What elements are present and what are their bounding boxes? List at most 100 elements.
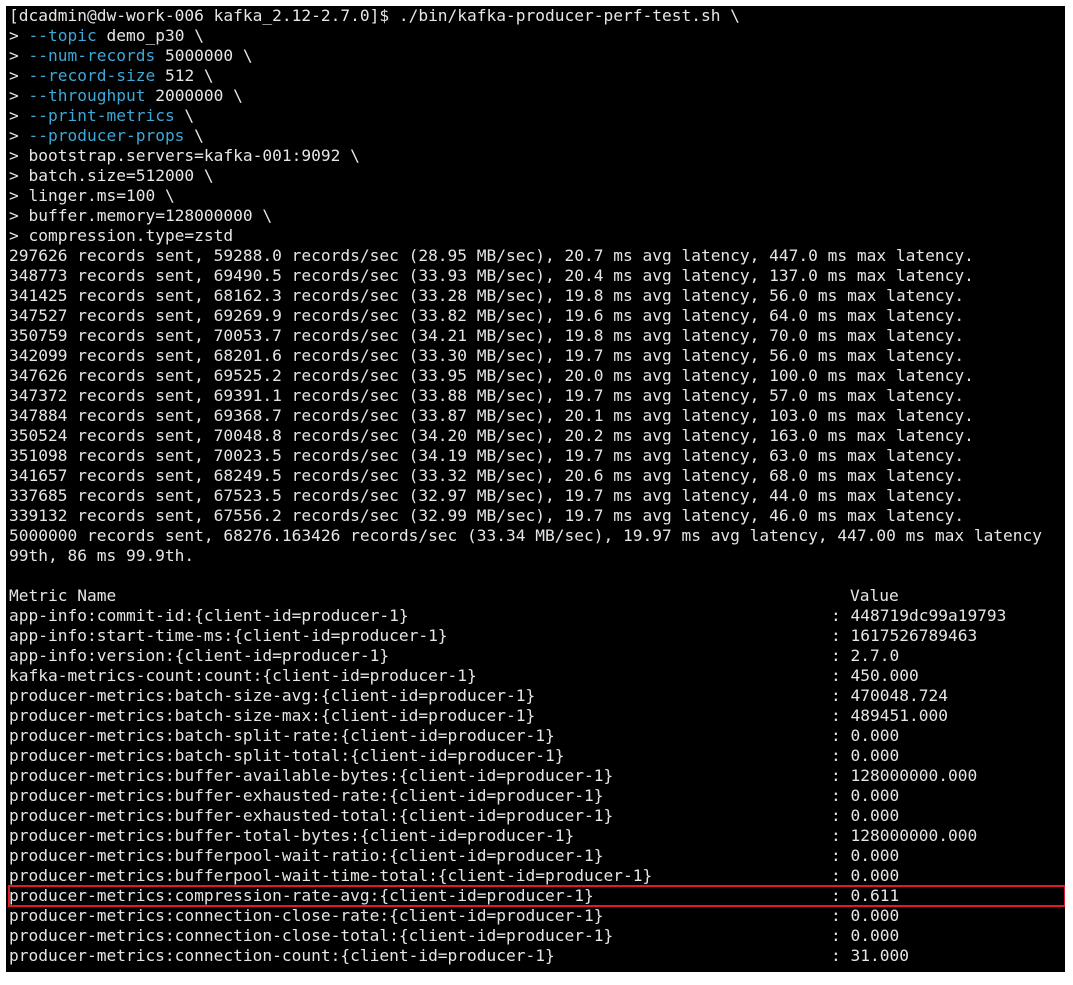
metric-name: producer-metrics:buffer-total-bytes:{cli… bbox=[9, 826, 575, 845]
metric-row: producer-metrics:batch-split-rate:{clien… bbox=[9, 726, 1065, 746]
metric-name: app-info:version:{client-id=producer-1} bbox=[9, 646, 390, 665]
metric-name: app-info:commit-id:{client-id=producer-1… bbox=[9, 606, 409, 625]
progress-line: 347527 records sent, 69269.9 records/sec… bbox=[9, 306, 965, 325]
metric-value: : 0.000 bbox=[831, 866, 900, 885]
metric-value: : 128000000.000 bbox=[831, 766, 978, 785]
continuation-prompt: > bbox=[9, 206, 29, 225]
metric-row: producer-metrics:batch-size-max:{client-… bbox=[9, 706, 1065, 726]
metric-name: producer-metrics:connection-close-rate:{… bbox=[9, 906, 604, 925]
command-argument: batch.size=512000 \ bbox=[28, 166, 214, 185]
command-continuation-line: > linger.ms=100 \ bbox=[9, 186, 175, 206]
metric-name: producer-metrics:bufferpool-wait-ratio:{… bbox=[9, 846, 604, 865]
terminal-window[interactable]: [dcadmin@dw-work-006 kafka_2.12-2.7.0]$ … bbox=[6, 6, 1065, 972]
continuation-prompt: > bbox=[9, 166, 29, 185]
command-option: --producer-props bbox=[28, 126, 185, 145]
metric-name: producer-metrics:buffer-available-bytes:… bbox=[9, 766, 614, 785]
metric-name: producer-metrics:connection-close-total:… bbox=[9, 926, 614, 945]
command-option: --topic bbox=[28, 26, 97, 45]
progress-line: 347372 records sent, 69391.1 records/sec… bbox=[9, 386, 965, 405]
metric-row: producer-metrics:connection-count:{clien… bbox=[9, 946, 1065, 966]
metric-value: : 0.611 bbox=[831, 886, 900, 905]
metric-value: : 0.000 bbox=[831, 846, 900, 865]
progress-line: 350524 records sent, 70048.8 records/sec… bbox=[9, 426, 974, 445]
metric-row: producer-metrics:buffer-exhausted-rate:{… bbox=[9, 786, 1065, 806]
metric-value: : 448719dc99a19793 bbox=[831, 606, 1007, 625]
progress-line: 337685 records sent, 67523.5 records/sec… bbox=[9, 486, 965, 505]
metric-row: app-info:start-time-ms:{client-id=produc… bbox=[9, 626, 1065, 646]
metric-row: app-info:version:{client-id=producer-1}:… bbox=[9, 646, 1065, 666]
metric-value: : 128000000.000 bbox=[831, 826, 978, 845]
progress-line: 347884 records sent, 69368.7 records/sec… bbox=[9, 406, 974, 425]
metric-row: producer-metrics:batch-split-total:{clie… bbox=[9, 746, 1065, 766]
command-argument: demo_p30 \ bbox=[96, 26, 204, 45]
progress-line: 341425 records sent, 68162.3 records/sec… bbox=[9, 286, 965, 305]
progress-line: 350759 records sent, 70053.7 records/sec… bbox=[9, 326, 965, 345]
metric-name: producer-metrics:compression-rate-avg:{c… bbox=[9, 886, 594, 905]
metric-name: app-info:start-time-ms:{client-id=produc… bbox=[9, 626, 448, 645]
metric-name: producer-metrics:bufferpool-wait-time-to… bbox=[9, 866, 653, 885]
continuation-prompt: > bbox=[9, 26, 29, 45]
command-argument: 512 \ bbox=[155, 66, 214, 85]
metric-value: : 0.000 bbox=[831, 926, 900, 945]
metric-row: producer-metrics:buffer-available-bytes:… bbox=[9, 766, 1065, 786]
metric-name: producer-metrics:batch-size-max:{client-… bbox=[9, 706, 536, 725]
command-option: --print-metrics bbox=[28, 106, 175, 125]
metric-value: : 470048.724 bbox=[831, 686, 948, 705]
metric-row: kafka-metrics-count:count:{client-id=pro… bbox=[9, 666, 1065, 686]
command-argument: 2000000 \ bbox=[145, 86, 243, 105]
metric-name: producer-metrics:buffer-exhausted-total:… bbox=[9, 806, 614, 825]
progress-line: 341657 records sent, 68249.5 records/sec… bbox=[9, 466, 965, 485]
metric-row: producer-metrics:buffer-exhausted-total:… bbox=[9, 806, 1065, 826]
command-argument: linger.ms=100 \ bbox=[28, 186, 175, 205]
continuation-prompt: > bbox=[9, 226, 29, 245]
metric-value: : 0.000 bbox=[831, 806, 900, 825]
command-continuation-line: > --print-metrics \ bbox=[9, 106, 194, 126]
metric-row: producer-metrics:buffer-total-bytes:{cli… bbox=[9, 826, 1065, 846]
metric-name: producer-metrics:batch-size-avg:{client-… bbox=[9, 686, 536, 705]
metric-row: producer-metrics:connection-close-total:… bbox=[9, 926, 1065, 946]
metric-name: producer-metrics:batch-split-rate:{clien… bbox=[9, 726, 555, 745]
metric-value: : 0.000 bbox=[831, 726, 900, 745]
shell-prompt: [dcadmin@dw-work-006 kafka_2.12-2.7.0]$ bbox=[9, 6, 399, 25]
metric-value-header: Value bbox=[850, 586, 899, 605]
progress-line: 351098 records sent, 70023.5 records/sec… bbox=[9, 446, 965, 465]
command-argument: ./bin/kafka-producer-perf-test.sh \ bbox=[398, 6, 740, 25]
command-continuation-line: > bootstrap.servers=kafka-001:9092 \ bbox=[9, 146, 360, 166]
command-argument: 5000000 \ bbox=[155, 46, 253, 65]
progress-line: 342099 records sent, 68201.6 records/sec… bbox=[9, 346, 965, 365]
metric-row: producer-metrics:batch-size-avg:{client-… bbox=[9, 686, 1065, 706]
command-continuation-line: > batch.size=512000 \ bbox=[9, 166, 214, 186]
metric-value: : 31.000 bbox=[831, 946, 909, 965]
command-option: --num-records bbox=[28, 46, 156, 65]
continuation-prompt: > bbox=[9, 106, 29, 125]
progress-line: 348773 records sent, 69490.5 records/sec… bbox=[9, 266, 974, 285]
metric-value: : 0.000 bbox=[831, 746, 900, 765]
progress-line: 339132 records sent, 67556.2 records/sec… bbox=[9, 506, 965, 525]
metric-value: : 1617526789463 bbox=[831, 626, 978, 645]
metric-value: : 0.000 bbox=[831, 786, 900, 805]
command-argument: \ bbox=[174, 106, 195, 125]
metric-name-header: Metric Name bbox=[9, 586, 117, 605]
command-option: --throughput bbox=[28, 86, 146, 105]
command-continuation-line: > --record-size 512 \ bbox=[9, 66, 214, 86]
command-continuation-line: > compression.type=zstd bbox=[9, 226, 233, 246]
progress-line: 347626 records sent, 69525.2 records/sec… bbox=[9, 366, 974, 385]
command-continuation-line: > --producer-props \ bbox=[9, 126, 204, 146]
summary-line: 99th, 86 ms 99.9th. bbox=[9, 546, 195, 565]
metric-value: : 489451.000 bbox=[831, 706, 948, 725]
command-continuation-line: > --throughput 2000000 \ bbox=[9, 86, 243, 106]
metric-row: producer-metrics:connection-close-rate:{… bbox=[9, 906, 1065, 926]
command-option: --record-size bbox=[28, 66, 156, 85]
command-continuation-line: > --num-records 5000000 \ bbox=[9, 46, 253, 66]
command-argument: \ bbox=[184, 126, 204, 145]
metric-name: producer-metrics:connection-count:{clien… bbox=[9, 946, 555, 965]
command-argument: compression.type=zstd bbox=[28, 226, 234, 245]
metric-name: producer-metrics:batch-split-total:{clie… bbox=[9, 746, 565, 765]
continuation-prompt: > bbox=[9, 46, 29, 65]
command-argument: buffer.memory=128000000 \ bbox=[28, 206, 273, 225]
summary-line: 5000000 records sent, 68276.163426 recor… bbox=[9, 526, 1043, 545]
metric-row-highlighted: producer-metrics:compression-rate-avg:{c… bbox=[9, 886, 1065, 906]
continuation-prompt: > bbox=[9, 126, 29, 145]
command-continuation-line: > buffer.memory=128000000 \ bbox=[9, 206, 272, 226]
continuation-prompt: > bbox=[9, 66, 29, 85]
